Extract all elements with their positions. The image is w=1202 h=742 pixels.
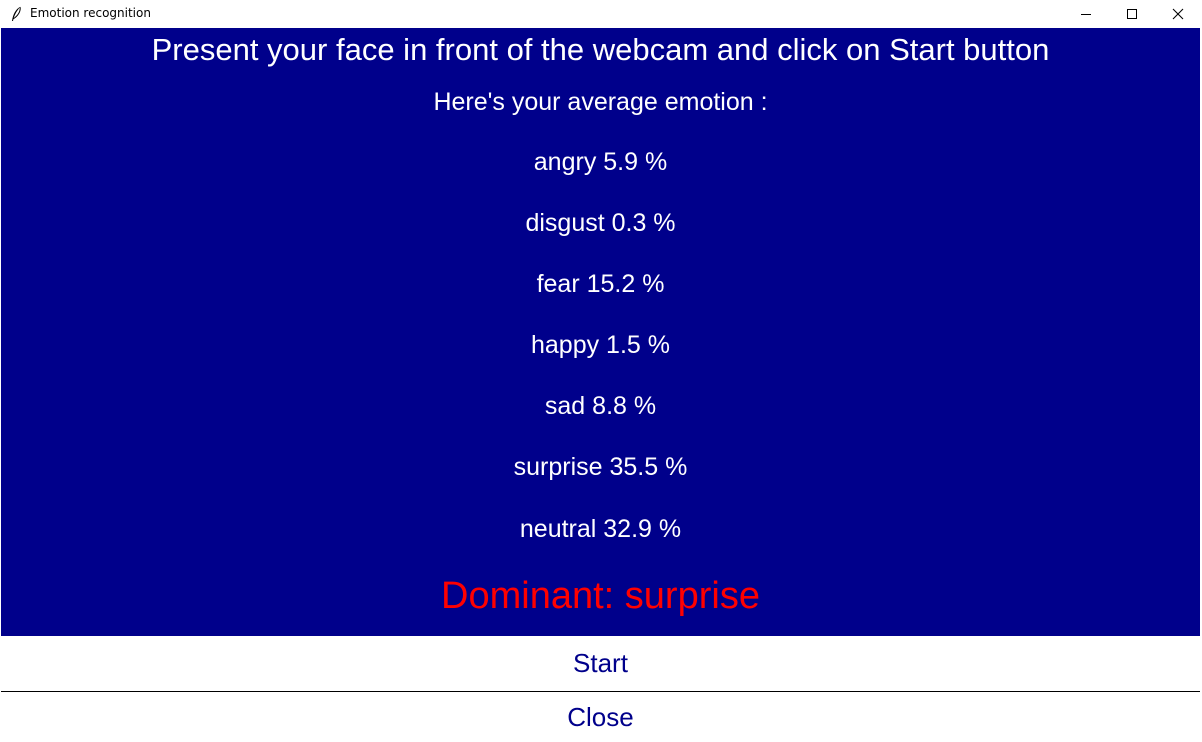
start-button[interactable]: Start <box>1 636 1200 691</box>
emotion-surprise: surprise 35.5 % <box>513 453 688 481</box>
feather-icon <box>12 6 21 21</box>
emotion-disgust: disgust 0.3 % <box>525 209 676 237</box>
results-panel: Present your face in front of the webcam… <box>1 28 1200 636</box>
emotion-fear: fear 15.2 % <box>536 270 665 298</box>
emotion-neutral: neutral 32.9 % <box>519 515 682 543</box>
emotion-angry: angry 5.9 % <box>533 148 668 176</box>
average-emotion-heading: Here's your average emotion : <box>433 88 768 116</box>
dominant-emotion: Dominant: surprise <box>441 575 760 617</box>
instruction-text: Present your face in front of the webcam… <box>151 32 1050 67</box>
emotion-happy: happy 1.5 % <box>531 331 670 359</box>
window-titlebar: Emotion recognition <box>0 0 1202 27</box>
maximize-icon <box>1127 8 1137 19</box>
minimize-button[interactable] <box>1063 0 1109 27</box>
window-title: Emotion recognition <box>30 6 151 20</box>
maximize-button[interactable] <box>1109 0 1155 27</box>
close-button[interactable]: Close <box>1 692 1200 742</box>
close-window-button[interactable] <box>1155 0 1201 27</box>
emotion-sad: sad 8.8 % <box>544 392 657 420</box>
close-icon <box>1172 8 1184 19</box>
minimize-icon <box>1081 13 1091 15</box>
